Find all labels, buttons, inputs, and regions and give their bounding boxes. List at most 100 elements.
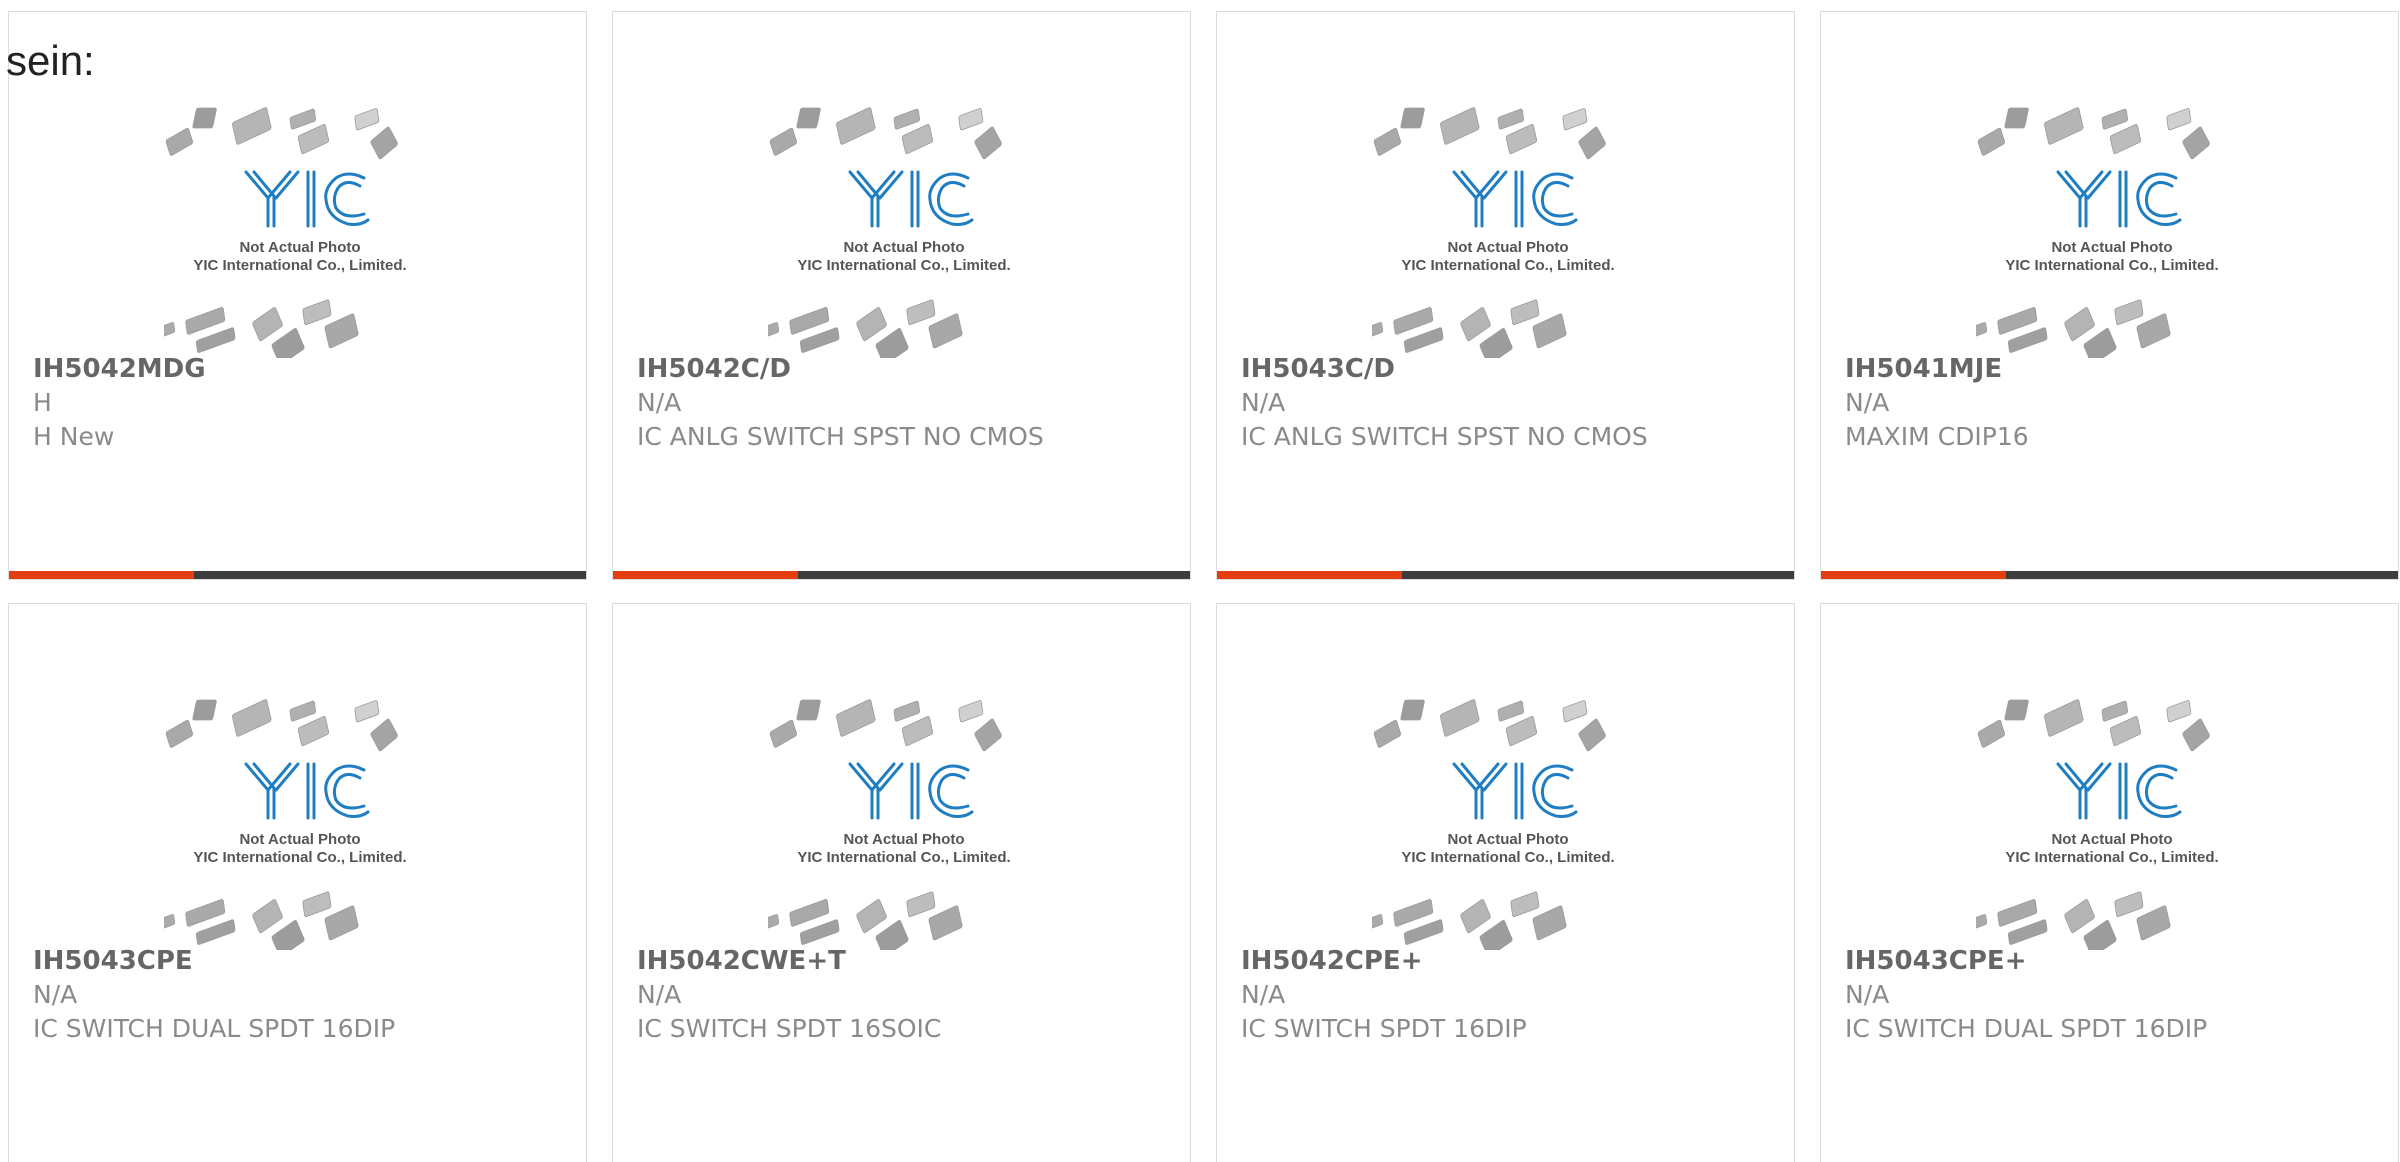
chip-package-icons-bottom: [742, 891, 963, 958]
chip-icon: [324, 905, 359, 941]
chip-icon: [789, 899, 830, 927]
not-actual-photo-caption: Not Actual Photo: [843, 831, 964, 848]
yic-logo-icon: [848, 762, 974, 820]
product-manufacturer: N/A: [1845, 388, 1890, 417]
product-card[interactable]: Not Actual Photo YIC International Co., L…: [1216, 603, 1795, 1162]
chip-icon: [2166, 108, 2192, 131]
product-placeholder-image[interactable]: Not Actual Photo YIC International Co., L…: [1950, 694, 2248, 958]
not-actual-photo-caption: Not Actual Photo: [239, 239, 360, 256]
product-placeholder-image[interactable]: Not Actual Photo YIC International Co., L…: [1950, 102, 2248, 366]
product-part-number[interactable]: IH5041MJE: [1845, 353, 2002, 385]
product-manufacturer: N/A: [1241, 980, 1286, 1009]
yic-logo-icon: [1452, 762, 1578, 820]
chip-icon: [1440, 107, 1480, 145]
not-actual-photo-graphic: Not Actual PhotoYIC International Co., L…: [742, 699, 1011, 958]
yic-logo-icon: [848, 170, 974, 228]
product-description: IC ANLG SWITCH SPST NO CMOS: [1241, 422, 1648, 451]
chip-icon: [289, 108, 316, 130]
product-card[interactable]: Not Actual Photo YIC International Co., L…: [8, 603, 587, 1162]
product-placeholder-image[interactable]: Not Actual Photo YIC International Co., L…: [1346, 694, 1644, 958]
chip-icon: [1440, 699, 1480, 737]
card-accent-bar: [1821, 571, 2398, 579]
yic-logo-icon: [2056, 762, 2182, 820]
product-card[interactable]: Not Actual Photo YIC International Co., L…: [8, 11, 587, 580]
product-placeholder-image[interactable]: Not Actual Photo YIC International Co., L…: [1346, 102, 1644, 366]
chip-icon: [1578, 718, 1606, 752]
company-caption: YIC International Co., Limited.: [193, 257, 406, 274]
chip-icon: [185, 307, 226, 335]
chip-icon: [232, 699, 272, 737]
product-placeholder-image[interactable]: Not Actual Photo YIC International Co., L…: [742, 102, 1040, 366]
chip-icon: [1977, 719, 2006, 748]
chip-icon: [1510, 299, 1540, 325]
company-caption: YIC International Co., Limited.: [797, 257, 1010, 274]
chip-icon: [2083, 328, 2117, 366]
product-part-number[interactable]: IH5043CPE: [33, 945, 193, 977]
chip-icon: [185, 899, 226, 927]
chip-icon: [370, 126, 398, 160]
product-part-number[interactable]: IH5042C/D: [637, 353, 791, 385]
chip-package-icons-bottom: [138, 299, 359, 366]
chip-icon: [836, 699, 876, 737]
chip-icon: [252, 307, 283, 342]
chip-icon: [195, 327, 236, 353]
chip-icon: [2044, 699, 2084, 737]
chip-icon: [856, 899, 887, 934]
chip-icon: [799, 327, 840, 353]
chip-icon: [2004, 699, 2029, 721]
chip-icon: [2101, 108, 2128, 130]
chip-icon: [974, 126, 1002, 160]
chip-icon: [2109, 715, 2142, 747]
product-placeholder-image[interactable]: Not Actual Photo YIC International Co., L…: [138, 102, 436, 366]
product-manufacturer: N/A: [33, 980, 78, 1009]
product-part-number[interactable]: IH5042MDG: [33, 353, 206, 385]
product-card[interactable]: Not Actual Photo YIC International Co., L…: [1820, 11, 2399, 580]
yic-logo-icon: [1452, 170, 1578, 228]
chip-icon: [928, 313, 963, 349]
not-actual-photo-graphic: Not Actual PhotoYIC International Co., L…: [138, 699, 407, 958]
product-card[interactable]: Not Actual Photo YIC International Co., L…: [1216, 11, 1795, 580]
intro-text: sein:: [6, 37, 95, 84]
product-card[interactable]: Not Actual Photo YIC International Co., L…: [612, 11, 1191, 580]
chip-icon: [165, 127, 194, 156]
product-part-number[interactable]: IH5043C/D: [1241, 353, 1395, 385]
product-part-number[interactable]: IH5043CPE+: [1845, 945, 2026, 977]
not-actual-photo-graphic: Not Actual PhotoYIC International Co., L…: [1346, 107, 1615, 366]
chip-icon: [2166, 700, 2192, 723]
product-placeholder-image[interactable]: Not Actual Photo YIC International Co., L…: [742, 694, 1040, 958]
product-part-number[interactable]: IH5042CWE+T: [637, 945, 846, 977]
company-caption: YIC International Co., Limited.: [1401, 849, 1614, 866]
card-accent-bar-highlight: [613, 571, 798, 579]
chip-icon: [324, 313, 359, 349]
chip-icon: [1578, 126, 1606, 160]
chip-icon: [1532, 313, 1567, 349]
chip-icon: [2182, 126, 2210, 160]
not-actual-photo-graphic: Not Actual PhotoYIC International Co., L…: [742, 107, 1011, 366]
product-description: IC SWITCH SPDT 16DIP: [1241, 1014, 1527, 1043]
card-accent-bar: [9, 571, 586, 579]
chip-icon: [799, 919, 840, 945]
chip-package-icons-top: [1977, 107, 2210, 160]
chip-icon: [2007, 327, 2048, 353]
product-manufacturer: H: [33, 388, 52, 417]
chip-icon: [1393, 899, 1434, 927]
chip-icon: [2101, 700, 2128, 722]
not-actual-photo-caption: Not Actual Photo: [2051, 831, 2172, 848]
product-part-number[interactable]: IH5042CPE+: [1241, 945, 1422, 977]
company-caption: YIC International Co., Limited.: [2005, 849, 2218, 866]
chip-icon: [1460, 307, 1491, 342]
chip-icon: [252, 899, 283, 934]
chip-icon: [1505, 123, 1538, 155]
chip-icon: [370, 718, 398, 752]
yic-logo-icon: [244, 170, 370, 228]
chip-package-icons-bottom: [1950, 891, 2171, 958]
chip-icon: [974, 718, 1002, 752]
product-card[interactable]: Not Actual Photo YIC International Co., L…: [1820, 603, 2399, 1162]
chip-icon: [2064, 307, 2095, 342]
chip-icon: [2136, 905, 2171, 941]
product-card[interactable]: Not Actual Photo YIC International Co., L…: [612, 603, 1191, 1162]
product-placeholder-image[interactable]: Not Actual Photo YIC International Co., L…: [138, 694, 436, 958]
chip-package-icons-bottom: [1950, 299, 2171, 366]
product-description: MAXIM CDIP16: [1845, 422, 2029, 451]
not-actual-photo-graphic: Not Actual PhotoYIC International Co., L…: [1346, 699, 1615, 958]
